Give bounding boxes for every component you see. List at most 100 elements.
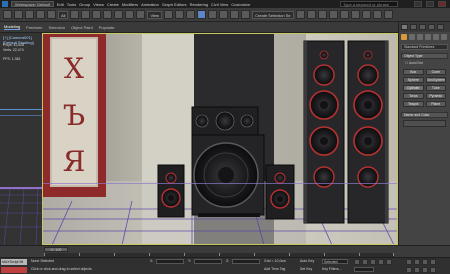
- pan-icon[interactable]: [414, 267, 420, 273]
- motion-tab-icon[interactable]: [428, 24, 435, 30]
- menu-graph-editors[interactable]: Graph Editors: [162, 2, 187, 7]
- rotate-icon[interactable]: [125, 10, 135, 19]
- menu-rendering[interactable]: Rendering: [190, 2, 208, 7]
- maxscript-input[interactable]: [1, 267, 27, 273]
- schematic-view-icon[interactable]: [339, 10, 349, 19]
- geometry-icon[interactable]: [401, 34, 407, 40]
- goto-end-icon[interactable]: [386, 259, 392, 265]
- move-icon[interactable]: [114, 10, 124, 19]
- cameras-icon[interactable]: [425, 34, 431, 40]
- menu-create[interactable]: Create: [107, 2, 119, 7]
- time-slider[interactable]: 0 / 100: [44, 247, 68, 252]
- menu-animation[interactable]: Animation: [141, 2, 159, 7]
- field-of-view-icon[interactable]: [406, 267, 412, 273]
- autogrid-checkbox[interactable]: ☐ AutoGrid: [399, 59, 450, 67]
- auto-key-button[interactable]: Auto Key: [300, 259, 314, 263]
- add-time-tag[interactable]: Add Time Tag: [264, 267, 285, 271]
- tab-selection[interactable]: Selection: [48, 25, 64, 30]
- next-frame-icon[interactable]: [378, 259, 384, 265]
- primitive-type-dropdown[interactable]: Standard Primitives: [401, 44, 448, 50]
- speaker-center-sub[interactable]: [191, 106, 265, 217]
- zoom-extents-all-icon[interactable]: [430, 259, 436, 265]
- unlink-icon[interactable]: [36, 10, 45, 19]
- key-selection-dropdown[interactable]: Selected: [322, 259, 348, 264]
- close-button[interactable]: [438, 1, 446, 7]
- named-selection-set-dropdown[interactable]: Create Selection Se: [252, 10, 294, 19]
- select-object-icon[interactable]: [70, 10, 80, 19]
- maximize-button[interactable]: [426, 1, 434, 7]
- maxscript-listener[interactable]: MAXScript Mi: [1, 259, 27, 265]
- viewport-camera[interactable]: Х Ъ Я: [42, 33, 398, 245]
- material-editor-icon[interactable]: [350, 10, 360, 19]
- play-icon[interactable]: [370, 259, 376, 265]
- align-icon[interactable]: [306, 10, 316, 19]
- x-coordinate-field[interactable]: [156, 259, 184, 264]
- layer-explorer-icon[interactable]: [317, 10, 327, 19]
- shapes-icon[interactable]: [409, 34, 415, 40]
- plane-button[interactable]: Plane: [425, 101, 446, 107]
- goto-start-icon[interactable]: [354, 259, 360, 265]
- helpers-icon[interactable]: [433, 34, 439, 40]
- sphere-button[interactable]: Sphere: [403, 77, 424, 83]
- select-by-name-icon[interactable]: [81, 10, 91, 19]
- selection-filter-dropdown[interactable]: All: [58, 10, 69, 19]
- hierarchy-tab-icon[interactable]: [419, 24, 426, 30]
- cone-button[interactable]: Cone: [425, 69, 446, 75]
- tab-freeform[interactable]: Freeform: [26, 25, 42, 30]
- tab-populate[interactable]: Populate: [99, 25, 115, 30]
- set-key-button[interactable]: Set Key: [300, 267, 312, 271]
- maximize-viewport-icon[interactable]: [430, 267, 436, 273]
- menu-edit[interactable]: Edit: [57, 2, 64, 7]
- menu-tools[interactable]: Tools: [67, 2, 76, 7]
- key-filters-button[interactable]: Key Filters...: [322, 267, 341, 271]
- menu-modifiers[interactable]: Modifiers: [122, 2, 138, 7]
- cylinder-button[interactable]: Cylinder: [403, 85, 424, 91]
- rectangular-selection-icon[interactable]: [92, 10, 102, 19]
- speaker-tower-left[interactable]: [303, 40, 345, 224]
- y-coordinate-field[interactable]: [194, 259, 222, 264]
- select-manipulate-icon[interactable]: [175, 10, 185, 19]
- workspace-dropdown[interactable]: Workspace: Default: [11, 1, 54, 7]
- render-production-icon[interactable]: [383, 10, 393, 19]
- render-setup-icon[interactable]: [361, 10, 371, 19]
- modify-tab-icon[interactable]: [410, 24, 417, 30]
- menu-views[interactable]: Views: [93, 2, 104, 7]
- snaps-toggle-icon[interactable]: [197, 10, 207, 19]
- keyboard-shortcut-override-icon[interactable]: [186, 10, 196, 19]
- torus-button[interactable]: Torus: [403, 93, 424, 99]
- object-name-field[interactable]: [403, 120, 446, 127]
- prev-frame-icon[interactable]: [362, 259, 368, 265]
- geosphere-button[interactable]: GeoSphere: [425, 77, 446, 83]
- window-crossing-icon[interactable]: [103, 10, 113, 19]
- space-warps-icon[interactable]: [441, 34, 447, 40]
- display-tab-icon[interactable]: [437, 24, 444, 30]
- menu-group[interactable]: Group: [79, 2, 90, 7]
- tube-button[interactable]: Tube: [425, 85, 446, 91]
- orbit-icon[interactable]: [422, 267, 428, 273]
- teapot-button[interactable]: Teapot: [403, 101, 424, 107]
- current-frame-field[interactable]: [354, 267, 374, 272]
- keyword-search-input[interactable]: Type a keyword or phrase: [340, 1, 398, 7]
- name-and-color-rollout[interactable]: Name and Color: [401, 112, 448, 118]
- app-menu-icon[interactable]: [2, 1, 8, 7]
- menu-customize[interactable]: Customize: [231, 2, 250, 7]
- tab-modeling[interactable]: Modeling: [4, 24, 21, 30]
- speaker-small-right[interactable]: [265, 164, 295, 220]
- minimize-button[interactable]: [414, 1, 422, 7]
- curve-editor-icon[interactable]: [328, 10, 338, 19]
- tab-object-paint[interactable]: Object Paint: [71, 25, 93, 30]
- undo-icon[interactable]: [3, 10, 12, 19]
- zoom-icon[interactable]: [406, 259, 412, 265]
- link-icon[interactable]: [25, 10, 34, 19]
- reference-coordinate-dropdown[interactable]: View: [147, 10, 163, 19]
- percent-snap-icon[interactable]: [219, 10, 229, 19]
- scale-icon[interactable]: [136, 10, 146, 19]
- create-tab-icon[interactable]: [401, 24, 408, 30]
- lights-icon[interactable]: [417, 34, 423, 40]
- bind-space-warp-icon[interactable]: [47, 10, 56, 19]
- mirror-icon[interactable]: [295, 10, 305, 19]
- redo-icon[interactable]: [14, 10, 23, 19]
- pivot-center-icon[interactable]: [164, 10, 174, 19]
- z-coordinate-field[interactable]: [232, 259, 260, 264]
- angle-snap-icon[interactable]: [208, 10, 218, 19]
